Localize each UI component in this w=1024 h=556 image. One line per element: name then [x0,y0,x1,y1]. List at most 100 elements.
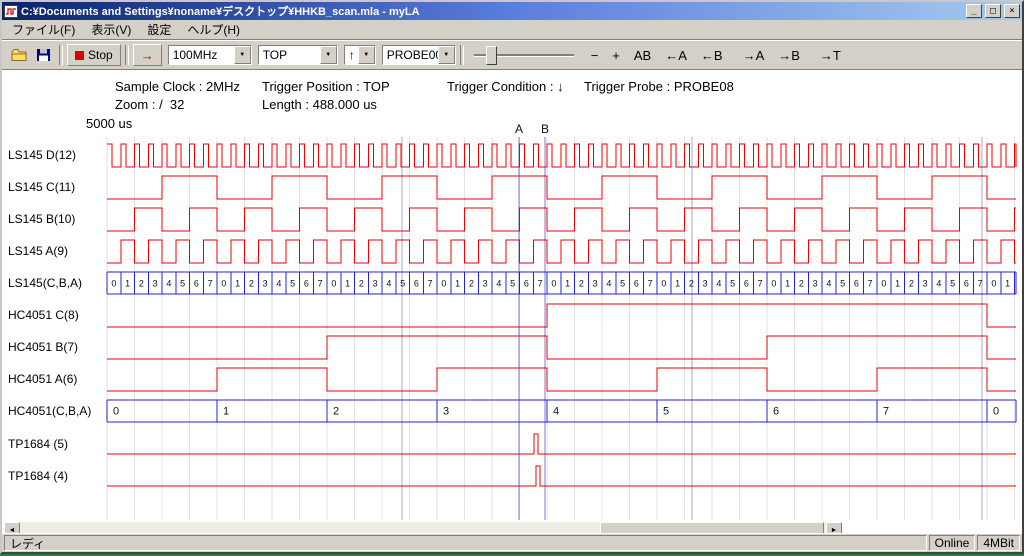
bus-value: 0 [441,279,446,289]
chevron-down-icon[interactable]: ▼ [320,46,337,64]
toolbar-separator [59,45,63,65]
bus-value: 7 [208,279,213,289]
channel-label: LS145 A(9) [8,244,68,258]
bus-value: 3 [153,279,158,289]
save-button[interactable] [31,44,55,66]
bus-value: 3 [483,279,488,289]
marker-label: B [541,122,549,136]
zoom-slider[interactable] [472,44,576,66]
length-info: Length : 488.000 us [262,97,377,112]
toolbar-separator [460,45,464,65]
trigger-position-info: Trigger Position : TOP [262,79,390,94]
online-status-badge: Online [929,535,976,551]
bus-value: 2 [579,279,584,289]
zoom-out-button[interactable]: − [588,47,602,64]
chevron-down-icon[interactable]: ▼ [438,46,455,64]
menu-help[interactable]: ヘルプ(H) [179,19,248,40]
bus-value: 1 [345,279,350,289]
bus-value: 5 [180,279,185,289]
stop-button[interactable]: Stop [67,44,121,66]
bus-value: 1 [675,279,680,289]
jump-left-to-b-button[interactable]: ←B [698,47,726,64]
open-file-button[interactable] [7,44,31,66]
bus-value: 7 [318,279,323,289]
sample-clock-value: 100MHz [169,46,234,64]
bus-value: 1 [895,279,900,289]
bus-value: 1 [223,406,229,418]
sample-clock-select[interactable]: 100MHz ▼ [168,45,252,65]
bus-value: 2 [139,279,144,289]
bus-value: 0 [551,279,556,289]
bus-value: 2 [689,279,694,289]
bus-value: 5 [510,279,515,289]
scrollbar-thumb[interactable] [600,522,824,533]
slider-thumb[interactable] [486,46,497,65]
bus-value: 4 [386,279,391,289]
menu-view[interactable]: 表示(V) [83,19,139,40]
waveform-svg: AB01234567012345670123456701234567012345… [2,70,1022,533]
trigger-condition-info: Trigger Condition : ↓ [447,79,564,94]
bus-value: 4 [553,406,559,418]
maximize-button[interactable]: □ [985,4,1001,18]
app-icon [4,5,18,18]
run-button[interactable]: → [133,44,162,66]
close-button[interactable]: × [1004,4,1020,18]
memory-status-badge: 4MBit [977,535,1020,551]
horizontal-scrollbar[interactable]: ◄ ► [4,522,842,533]
channel-label: HC4051 B(7) [8,340,78,354]
floppy-icon [36,48,51,62]
scrollbar-track[interactable] [20,522,826,533]
folder-icon [11,48,27,62]
time-origin-label: 5000 us [86,116,132,131]
bus-value: 0 [331,279,336,289]
bus-value: 5 [620,279,625,289]
bus-value: 7 [648,279,653,289]
bus-value: 3 [923,279,928,289]
bus-value: 4 [166,279,171,289]
jump-to-trigger-button[interactable]: →T [817,47,844,64]
bus-value: 6 [414,279,419,289]
trigger-edge-select[interactable]: ↑ ▼ [344,45,376,65]
bus-value: 7 [978,279,983,289]
channel-label: LS145(C,B,A) [8,276,82,290]
scroll-right-button[interactable]: ► [826,522,842,533]
title-bar: C:¥Documents and Settings¥noname¥デスクトップ¥… [2,2,1022,20]
menu-settings[interactable]: 設定 [139,19,179,40]
bus-value: 1 [1005,279,1010,289]
bus-value: 5 [290,279,295,289]
bus-value: 6 [854,279,859,289]
channel-label: LS145 B(10) [8,212,75,226]
bus-value: 6 [744,279,749,289]
bus-value: 0 [111,279,116,289]
menu-file[interactable]: ファイル(F) [4,19,83,40]
bus-value: 5 [950,279,955,289]
bus-value: 2 [333,406,339,418]
chevron-down-icon[interactable]: ▼ [234,46,251,64]
bus-value: 3 [703,279,708,289]
run-arrow-icon: → [141,48,154,63]
status-bar: レディ Online 4MBit [2,533,1022,552]
jump-left-to-a-button[interactable]: ←A [662,47,690,64]
jump-right-to-b-button[interactable]: →B [775,47,803,64]
ab-range-button[interactable]: AB [631,47,654,64]
minimize-button[interactable]: _ [966,4,982,18]
waveform-area[interactable]: Sample Clock : 2MHz Trigger Position : T… [2,70,1022,533]
channel-label: HC4051 C(8) [8,308,79,322]
bus-value: 4 [276,279,281,289]
bus-value: 5 [400,279,405,289]
bus-value: 1 [785,279,790,289]
bus-value: 7 [428,279,433,289]
zoom-in-button[interactable]: + [609,47,623,64]
bus-value: 6 [304,279,309,289]
trigger-probe-select[interactable]: PROBE00 ▼ [382,45,456,65]
bus-value: 0 [661,279,666,289]
trigger-position-select[interactable]: TOP ▼ [258,45,338,65]
bus-value: 6 [194,279,199,289]
bus-value: 7 [883,406,889,418]
scroll-left-button[interactable]: ◄ [4,522,20,533]
bus-value: 3 [373,279,378,289]
bus-value: 2 [799,279,804,289]
bus-value: 4 [496,279,501,289]
chevron-down-icon[interactable]: ▼ [358,46,375,64]
jump-right-to-a-button[interactable]: →A [740,47,768,64]
